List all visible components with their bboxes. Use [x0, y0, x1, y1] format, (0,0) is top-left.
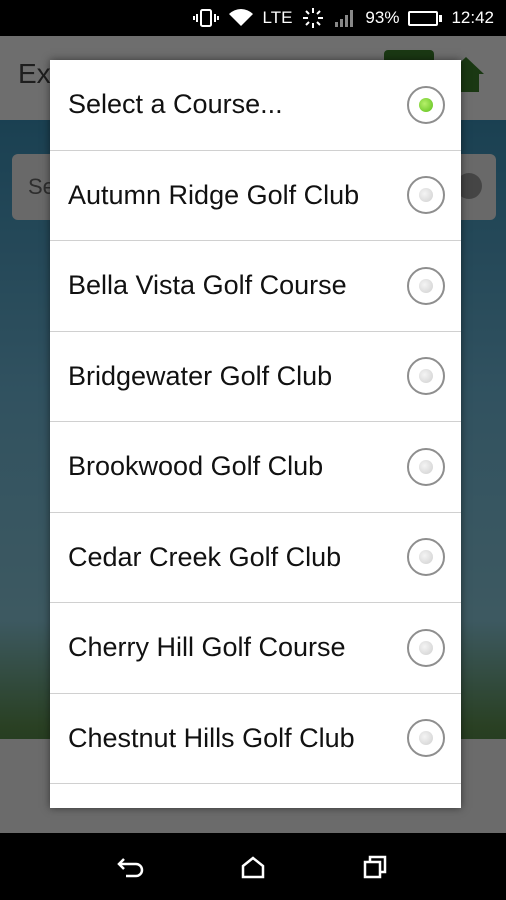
course-option[interactable]: Brookwood Golf Club: [50, 422, 461, 513]
course-option-label: Autumn Ridge Golf Club: [68, 179, 360, 210]
radio-button[interactable]: [407, 176, 445, 215]
status-bar: LTE 93% 12:42: [0, 0, 506, 36]
battery-icon: [408, 10, 443, 26]
radio-button[interactable]: [407, 447, 445, 486]
course-option[interactable]: Chestnut Hills Golf Club: [50, 694, 461, 784]
course-option-label: Cedar Creek Golf Club: [68, 541, 342, 572]
course-option-label: Bella Vista Golf Course: [68, 270, 347, 301]
radio-button[interactable]: [407, 538, 445, 577]
radio-button-selected[interactable]: [407, 85, 445, 124]
course-option[interactable]: Bridgewater Golf Club: [50, 332, 461, 422]
signal-icon: [334, 8, 356, 28]
course-picker-dialog: Select a Course... Autumn Ridge Golf Clu…: [50, 60, 461, 808]
radio-button[interactable]: [407, 628, 445, 667]
wifi-icon: [228, 8, 254, 28]
vibrate-icon: [192, 8, 219, 28]
course-option-label: Select a Course...: [68, 89, 283, 120]
clock: 12:42: [451, 8, 494, 27]
radio-button[interactable]: [407, 719, 445, 758]
course-option-label: Brookwood Golf Club: [68, 451, 324, 482]
course-option-label: Chestnut Hills Golf Club: [68, 722, 355, 753]
home-icon[interactable]: [233, 847, 273, 887]
course-option[interactable]: Cedar Creek Golf Club: [50, 513, 461, 603]
course-option-partial[interactable]: [50, 784, 461, 808]
radio-button[interactable]: [407, 357, 445, 396]
battery-percent: 93%: [365, 8, 400, 27]
recents-icon[interactable]: [355, 847, 395, 887]
course-option-label: Bridgewater Golf Club: [68, 360, 333, 391]
navigation-bar: [0, 833, 506, 900]
course-option[interactable]: Cherry Hill Golf Course: [50, 603, 461, 694]
radio-button[interactable]: [407, 266, 445, 305]
course-option-label: Cherry Hill Golf Course: [68, 632, 346, 663]
course-option[interactable]: Select a Course...: [50, 60, 461, 151]
back-icon[interactable]: [111, 847, 151, 887]
course-option[interactable]: Autumn Ridge Golf Club: [50, 151, 461, 241]
sync-icon: [301, 6, 325, 30]
network-type-label: LTE: [262, 8, 293, 27]
course-option[interactable]: Bella Vista Golf Course: [50, 241, 461, 332]
